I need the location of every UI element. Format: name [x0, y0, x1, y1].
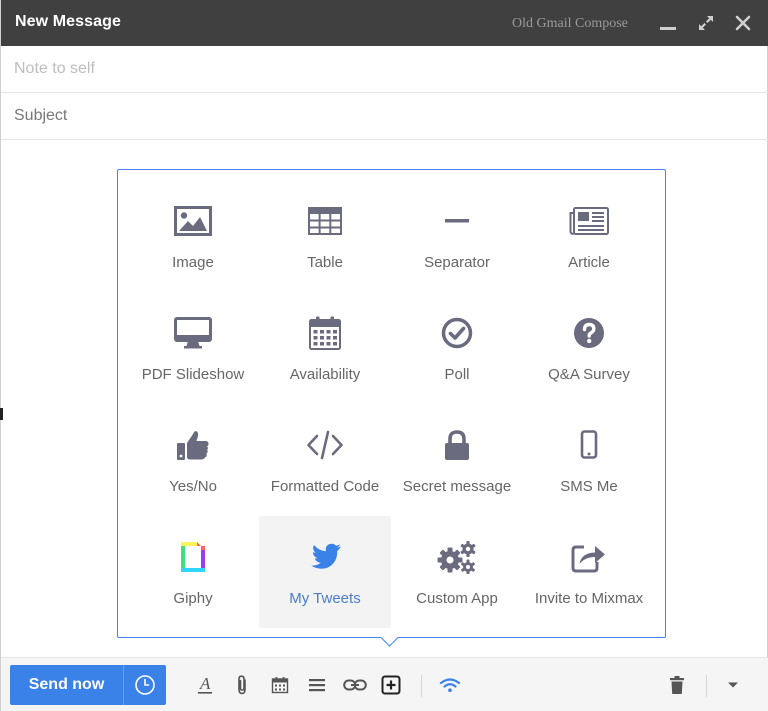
svg-text:A: A: [199, 675, 211, 693]
compose-titlebar: New Message Old Gmail Compose: [1, 0, 768, 46]
recipient-row: [1, 46, 768, 93]
table-icon: [308, 204, 342, 238]
thumbs-up-icon: [176, 428, 210, 462]
invite-to-mixmax-button[interactable]: Invite to Mixmax: [523, 516, 655, 628]
calendar-icon: [309, 316, 341, 350]
insert-item-label: Secret message: [402, 478, 512, 495]
subject-input[interactable]: [14, 93, 754, 139]
insert-menu-row: Giphy My Tweets Custom App Invite to Mix…: [127, 516, 655, 628]
insert-menu-grid: Image Table Separator Article PDF Slides…: [127, 180, 655, 628]
insert-qa-survey-button[interactable]: Q&A Survey: [523, 292, 655, 404]
insert-formatted-code-button[interactable]: Formatted Code: [259, 404, 391, 516]
insert-menu-popup: Image Table Separator Article PDF Slides…: [117, 169, 666, 638]
insert-item-label: My Tweets: [289, 590, 361, 607]
tracking-button[interactable]: [437, 671, 463, 699]
compose-window: New Message Old Gmail Compose Note to se…: [0, 0, 768, 711]
expand-icon: [699, 16, 713, 30]
insert-poll-button[interactable]: Poll: [391, 292, 523, 404]
insert-secret-message-button[interactable]: Secret message: [391, 404, 523, 516]
insert-image-button[interactable]: Image: [127, 180, 259, 292]
insert-item-label: Article: [568, 254, 610, 271]
compose-toolbar: Send now A: [1, 657, 768, 711]
attach-file-button[interactable]: [229, 671, 255, 699]
insert-sms-me-button[interactable]: SMS Me: [523, 404, 655, 516]
insert-article-button[interactable]: Article: [523, 180, 655, 292]
trash-icon: [670, 676, 684, 694]
minimize-button[interactable]: [653, 8, 683, 38]
recipient-input[interactable]: [14, 46, 754, 92]
templates-button[interactable]: [304, 671, 330, 699]
clock-icon: [135, 675, 155, 695]
calendar-button[interactable]: [267, 671, 293, 699]
insert-availability-button[interactable]: Availability: [259, 292, 391, 404]
insert-item-label: Image: [172, 254, 214, 271]
article-icon: [569, 204, 609, 238]
monitor-icon: [174, 316, 212, 350]
question-circle-icon: [573, 316, 605, 350]
insert-item-label: SMS Me: [560, 478, 618, 495]
minimize-icon: [660, 27, 676, 30]
old-gmail-compose-link[interactable]: Old Gmail Compose: [512, 16, 628, 32]
formatting-button[interactable]: A: [192, 671, 218, 699]
insert-item-label: Yes/No: [169, 478, 217, 495]
insert-item-label: PDF Slideshow: [141, 366, 245, 383]
insert-menu-row: Image Table Separator Article: [127, 180, 655, 292]
more-options-button[interactable]: [720, 671, 746, 699]
code-icon: [306, 428, 344, 462]
text-format-icon: A: [198, 675, 212, 694]
gears-icon: [437, 540, 477, 574]
insert-item-label: Custom App: [416, 590, 498, 607]
insert-table-button[interactable]: Table: [259, 180, 391, 292]
separator-icon: [444, 204, 470, 238]
toolbar-divider: [421, 675, 422, 697]
insert-item-label: Formatted Code: [270, 478, 380, 495]
insert-link-button[interactable]: [342, 671, 368, 699]
lock-icon: [443, 428, 471, 462]
expand-button[interactable]: [691, 8, 721, 38]
giphy-icon: [178, 540, 208, 574]
insert-item-label: Availability: [289, 366, 361, 383]
link-icon: [343, 679, 367, 691]
twitter-icon: [308, 540, 342, 574]
insert-my-tweets-button[interactable]: My Tweets: [259, 516, 391, 628]
lines-icon: [309, 679, 325, 692]
insert-item-label: Poll: [444, 366, 470, 383]
paperclip-icon: [238, 675, 246, 695]
insert-item-label: Invite to Mixmax: [534, 590, 644, 607]
insert-item-label: Giphy: [173, 590, 213, 607]
check-circle-icon: [441, 316, 473, 350]
insert-pdf-slideshow-button[interactable]: PDF Slideshow: [127, 292, 259, 404]
insert-menu-row: PDF Slideshow Availability Poll Q&A Surv…: [127, 292, 655, 404]
resize-edge-marker: [0, 408, 3, 420]
insert-separator-button[interactable]: Separator: [391, 180, 523, 292]
caret-down-icon: [728, 682, 738, 688]
insert-yes-no-button[interactable]: Yes/No: [127, 404, 259, 516]
toolbar-divider: [706, 675, 707, 697]
insert-custom-app-button[interactable]: Custom App: [391, 516, 523, 628]
image-icon: [174, 204, 212, 238]
insert-item-label: Table: [307, 254, 343, 271]
calendar-small-icon: [271, 677, 289, 694]
insert-giphy-button[interactable]: Giphy: [127, 516, 259, 628]
insert-menu-button[interactable]: [378, 671, 404, 699]
phone-icon: [579, 428, 599, 462]
plus-square-icon: [381, 675, 401, 695]
insert-item-label: Q&A Survey: [548, 366, 630, 383]
discard-button[interactable]: [664, 671, 690, 699]
send-now-button[interactable]: Send now: [10, 665, 123, 705]
insert-item-label: Separator: [424, 254, 490, 271]
close-icon: [735, 15, 751, 31]
wifi-signal-icon: [439, 678, 461, 692]
close-button[interactable]: [728, 8, 758, 38]
send-button-group: Send now: [10, 665, 166, 705]
send-later-button[interactable]: [124, 665, 166, 705]
share-icon: [571, 540, 607, 574]
insert-menu-row: Yes/No Formatted Code Secret message SMS…: [127, 404, 655, 516]
subject-row: [1, 93, 768, 140]
compose-title: New Message: [15, 13, 122, 30]
